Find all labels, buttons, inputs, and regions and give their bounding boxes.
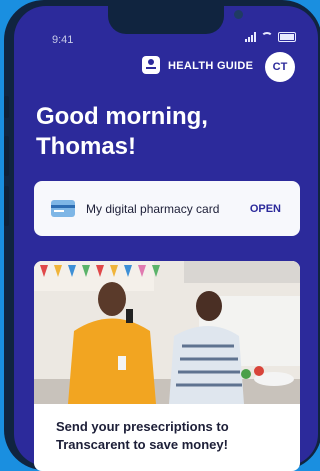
status-icons <box>245 32 296 42</box>
greeting-title: Good morning, Thomas! <box>36 103 208 160</box>
avatar[interactable]: CT <box>265 52 295 82</box>
promo-photo <box>34 261 300 404</box>
pharmacy-card[interactable]: My digital pharmacy card OPEN <box>34 181 300 236</box>
notch <box>108 0 243 34</box>
camera-icon <box>234 10 243 19</box>
promo-text: Send your presecriptions to Transcarent … <box>56 419 229 452</box>
open-button[interactable]: OPEN <box>250 203 281 215</box>
signal-icon <box>245 32 256 42</box>
mute-switch <box>4 96 9 118</box>
volume-up-button <box>4 136 9 176</box>
promo-image <box>34 261 300 404</box>
health-guide-link[interactable]: HEALTH GUIDE <box>168 60 253 72</box>
volume-down-button <box>4 186 9 226</box>
pharmacy-card-icon <box>51 200 75 217</box>
health-guide-icon[interactable] <box>142 56 160 74</box>
battery-icon <box>278 32 296 42</box>
status-time: 9:41 <box>52 34 74 46</box>
pharmacy-card-label: My digital pharmacy card <box>86 201 220 216</box>
promo-card[interactable]: Send your presecriptions to Transcarent … <box>34 261 300 471</box>
wifi-icon <box>261 32 273 42</box>
